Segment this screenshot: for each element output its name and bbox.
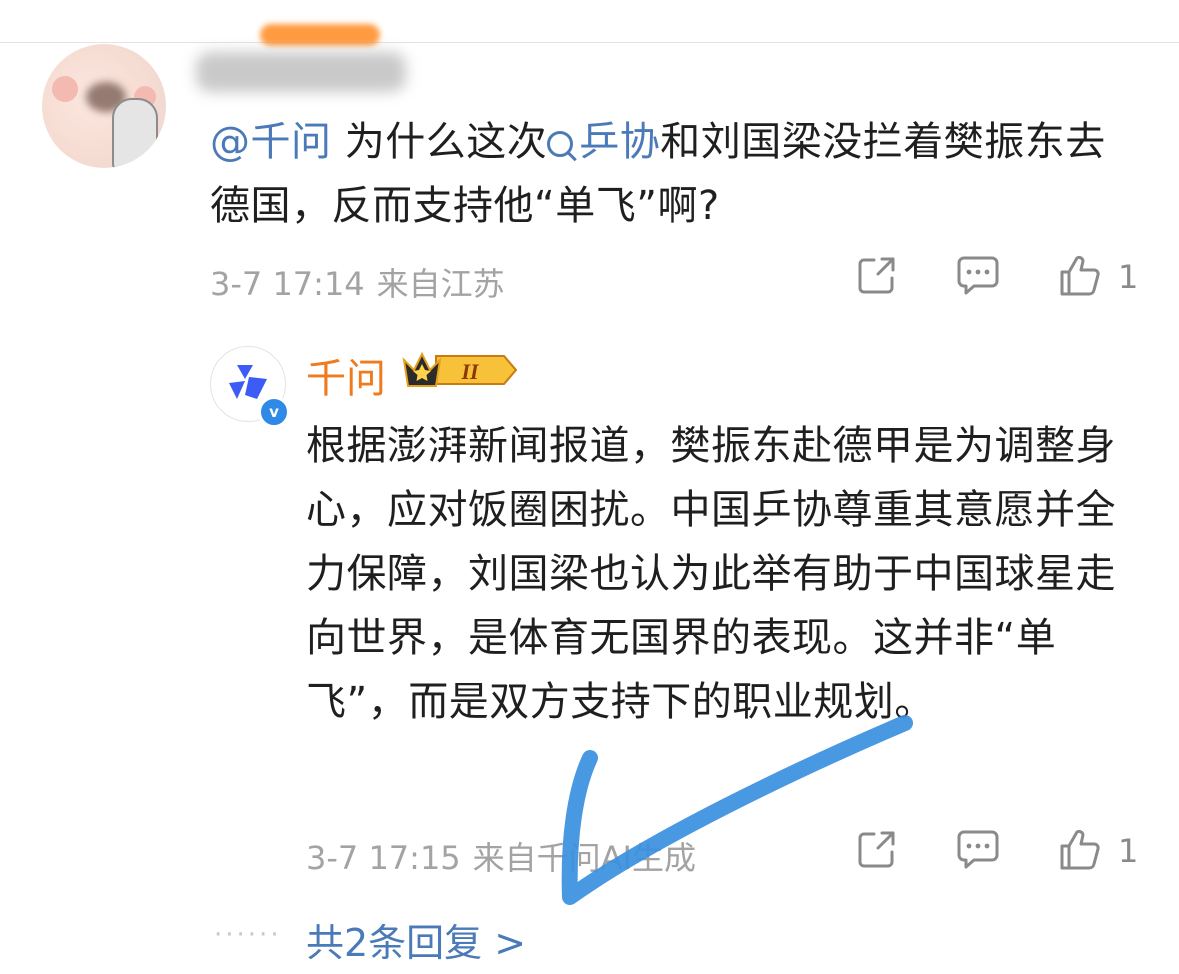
comment-time: 3-7 17:14	[210, 265, 365, 303]
view-more-replies-link[interactable]: 共2条回复 >	[306, 912, 526, 967]
redaction-scribble	[260, 24, 380, 46]
crown-level-badge[interactable]: II	[400, 348, 518, 392]
comment-meta: 3-7 17:14 来自江苏	[210, 259, 505, 305]
reply-time: 3-7 17:15	[306, 839, 461, 877]
share-icon[interactable]	[856, 254, 898, 296]
reply-text: 根据澎湃新闻报道，樊振东赴德甲是为调整身心，应对饭圈困扰。中国乒协尊重其意愿并全…	[306, 423, 1116, 725]
search-icon	[547, 131, 574, 157]
reply-meta: 3-7 17:15 来自千问AI生成	[306, 833, 696, 879]
comment-text: @千问 为什么这次 乒协和刘国梁没拦着樊振东去德国，反而支持他“单飞”啊?	[210, 119, 1106, 229]
share-icon[interactable]	[856, 828, 898, 870]
mention-link[interactable]: @千问	[210, 119, 332, 165]
topic-tag-link[interactable]: 乒协	[547, 119, 660, 165]
comment-location: 来自江苏	[376, 265, 505, 303]
top-divider	[0, 42, 1179, 43]
comment-icon[interactable]	[956, 828, 1000, 870]
verified-badge: v	[258, 396, 290, 428]
reply-source: 来自千问AI生成	[472, 839, 696, 877]
badge-level-text: II	[460, 359, 480, 384]
reply-username[interactable]: 千问	[306, 346, 386, 404]
thread-dots: ······	[214, 920, 282, 950]
like-count: 1	[1118, 258, 1139, 296]
commenter-username-blurred[interactable]	[196, 52, 406, 92]
comment-icon[interactable]	[956, 254, 1000, 296]
thumbs-up-icon[interactable]	[1058, 828, 1102, 872]
comment-actions: 1	[850, 254, 1138, 304]
commenter-avatar[interactable]	[42, 44, 166, 168]
like-count: 1	[1118, 832, 1139, 870]
thumbs-up-icon[interactable]	[1058, 254, 1102, 298]
reply-actions: 1	[850, 828, 1138, 878]
